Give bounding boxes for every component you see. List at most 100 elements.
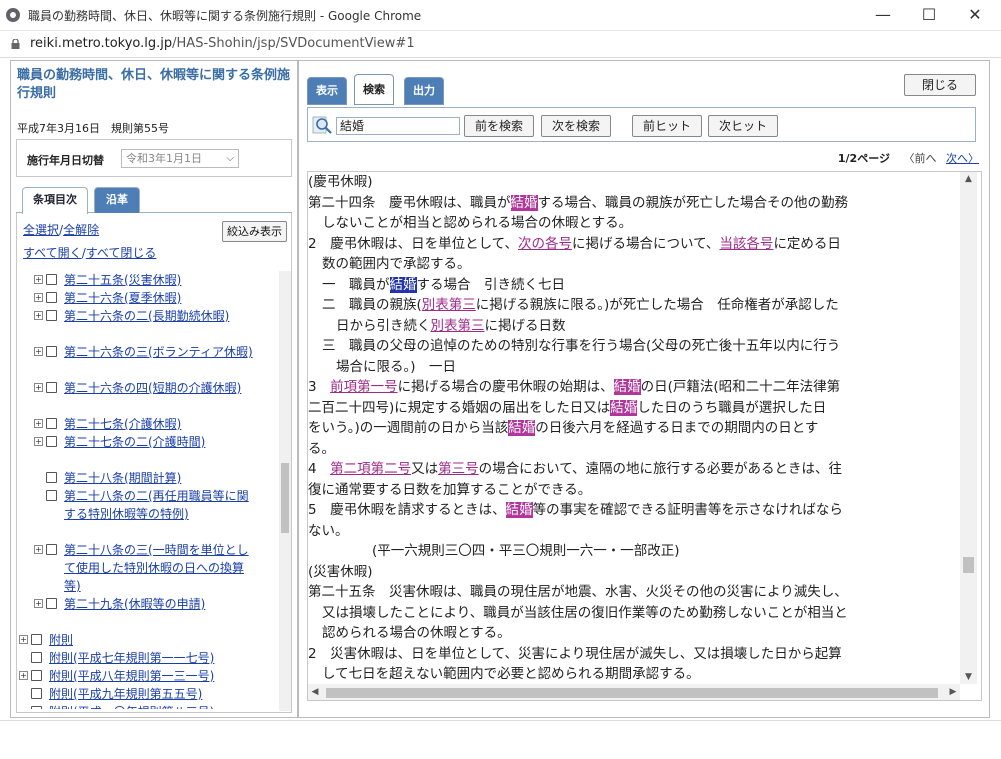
site-favicon-icon [6,8,20,22]
page-indicator: 1/2ページ [837,152,890,165]
paragraph-line: して七日を超えない範囲内で必要と認められる期間承認する。 [322,666,700,682]
toc-scrollbar-thumb[interactable] [281,463,289,533]
toc-checkbox[interactable] [31,652,42,663]
promulgation-info: 平成7年3月16日 規則第55号 [17,122,169,135]
toc-checkbox[interactable] [46,310,57,321]
content-horizontal-thumb[interactable] [326,688,938,698]
toc-item-link[interactable]: 附則 [49,631,254,649]
filter-display-button[interactable]: 絞込み表示 [222,221,287,242]
paragraph-line: 4 第二項第二号又は第三号の場合において、遠隔の地に旅行する必要があるときは、往 [308,461,843,477]
toc-checkbox[interactable] [46,490,57,501]
toc-item-link[interactable]: 第二十七条(介護休暇) [64,415,254,433]
effective-date-select[interactable]: 令和3年1月1日 ⌵ [121,149,239,168]
toc-checkbox[interactable] [46,436,57,447]
scroll-left-icon[interactable]: ◀ [308,684,322,700]
scroll-up-icon[interactable]: ▲ [960,172,977,186]
tab-output[interactable]: 出力 [404,77,444,105]
next-hit-button[interactable]: 次ヒット [708,115,778,137]
toc-item-link[interactable]: 第二十六条(夏季休暇) [64,289,254,307]
url-text[interactable]: reiki.metro.tokyo.lg.jp/HAS-Shohin/jsp/S… [30,36,415,51]
toc-item-link[interactable]: 第二十六条の三(ボランティア休暇) [64,343,254,361]
close-window-button[interactable]: ✕ [952,0,998,31]
next-page-link[interactable]: 次へ〉 [946,152,979,165]
search-prev-button[interactable]: 前を検索 [464,115,534,137]
ref-link[interactable]: 第三号 [438,461,479,477]
expand-toggle-icon[interactable]: + [34,311,43,320]
ref-link[interactable]: 次の各号 [518,236,572,252]
toc-item-link[interactable]: 第二十八条の二(再任用職員等に関する特別休暇等の特例) [64,487,254,523]
ref-link[interactable]: 第二項第二号 [330,461,411,477]
toc-checkbox[interactable] [46,382,57,393]
document-title: 職員の勤務時間、休日、休暇等に関する条例施行規則 [17,68,291,101]
toc-item-link[interactable]: 第二十八条(期間計算) [64,469,254,487]
document-text: (慶弔休暇) 第二十四条 慶弔休暇は、職員が結婚する場合、職員の親族が死亡した場… [308,172,958,685]
prev-hit-button[interactable]: 前ヒット [632,115,702,137]
toc-checkbox[interactable] [46,472,57,483]
expand-toggle-icon[interactable]: + [34,383,43,392]
ref-link[interactable]: 前項第一号 [330,379,398,395]
toc-checkbox[interactable] [31,670,42,681]
toc-checkbox[interactable] [31,688,42,699]
deselect-all-link[interactable]: 全解除 [63,223,99,237]
effective-date-box: 施行年月日切替 令和3年1月1日 ⌵ [16,139,292,177]
ref-link[interactable]: 別表第三 [431,318,485,334]
tab-display[interactable]: 表示 [307,77,347,105]
toc-item-link[interactable]: 第二十六条の四(短期の介護休暇) [64,379,254,397]
toc-checkbox[interactable] [46,598,57,609]
toc-item-link[interactable]: 附則(平成九年規則第五五号) [49,685,254,703]
select-all-link[interactable]: 全選択 [23,223,59,237]
search-bar: 結婚 前を検索 次を検索 前ヒット 次ヒット [307,107,976,142]
close-button[interactable]: 閉じる [904,74,976,96]
item-line: 二 職員の親族(別表第三に掲げる親族に限る。)が死亡した場合 任命権者が承認した [322,297,839,313]
minimize-button[interactable]: — [860,0,906,31]
toc-checkbox[interactable] [46,544,57,555]
address-bar[interactable]: reiki.metro.tokyo.lg.jp/HAS-Shohin/jsp/S… [0,31,1001,58]
paragraph-line: 復に通常要する日数を加算することができる。 [308,481,592,498]
expand-toggle-icon[interactable]: + [34,293,43,302]
tab-history[interactable]: 沿革 [94,187,140,213]
toc-item-link[interactable]: 第二十六条の二(長期勤続休暇) [64,307,254,325]
expand-toggle-icon[interactable]: + [34,437,43,446]
maximize-button[interactable]: ☐ [906,0,952,31]
toc-item-link[interactable]: 第二十七条の二(介護時間) [64,433,254,451]
toc-item-link[interactable]: 附則(平成一〇年規則第八三号) [49,703,254,709]
left-tabs: 条項目次 沿革 [16,183,292,214]
tab-toc[interactable]: 条項目次 [22,187,88,214]
expand-toggle-icon[interactable]: + [34,545,43,554]
toc-checkbox[interactable] [46,292,57,303]
expand-toggle-icon[interactable]: + [34,599,43,608]
prev-page-link: 〈前へ [903,152,937,165]
content-vertical-scrollbar[interactable] [960,172,977,684]
article-line: 第二十五条 災害休暇は、職員の現住居が地震、水害、火災その他の災害により滅失し、 [308,584,848,600]
chevron-down-icon: ⌵ [226,153,234,164]
toc-checkbox[interactable] [31,706,42,709]
tab-search[interactable]: 検索 [354,74,394,105]
ref-link[interactable]: 別表第三 [422,297,476,313]
expand-toggle-icon[interactable]: + [34,275,43,284]
ref-link[interactable]: 当該各号 [719,236,773,252]
toc-item-link[interactable]: 第二十八条の三(一時間を単位として使用した特別休暇の日への換算等) [64,541,254,595]
toc-checkbox[interactable] [31,634,42,645]
content-vertical-thumb[interactable] [963,557,974,573]
toc-item-link[interactable]: 第二十九条(休暇等の申請) [64,595,254,613]
article-line: しないことが相当と認められる場合の休暇とする。 [322,215,633,231]
close-all-link[interactable]: すべて閉じる [86,246,157,260]
expand-toggle-icon[interactable]: + [19,635,28,644]
scroll-down-icon[interactable]: ▼ [960,670,977,684]
item-line: 場合に限る。) 一日 [336,358,457,375]
toc-checkbox[interactable] [46,274,57,285]
expand-toggle-icon[interactable]: + [34,419,43,428]
article-caption: (慶弔休暇) [308,174,373,190]
expand-toggle-icon[interactable]: + [19,671,28,680]
toc-checkbox[interactable] [46,346,57,357]
toc-item-link[interactable]: 附則(平成七年規則第一一七号) [49,649,254,667]
open-all-link[interactable]: すべて開く [23,246,82,260]
expand-toggle-icon[interactable]: + [34,347,43,356]
toc-checkbox[interactable] [46,418,57,429]
toc-item-link[interactable]: 第二十五条(災害休暇) [64,271,254,289]
search-next-button[interactable]: 次を検索 [541,115,611,137]
toc-item-link[interactable]: 附則(平成八年規則第一三一号) [49,667,254,685]
search-input[interactable]: 結婚 [336,117,460,135]
article-caption: (災害休暇) [308,563,373,580]
scroll-right-icon[interactable]: ▶ [946,684,960,700]
